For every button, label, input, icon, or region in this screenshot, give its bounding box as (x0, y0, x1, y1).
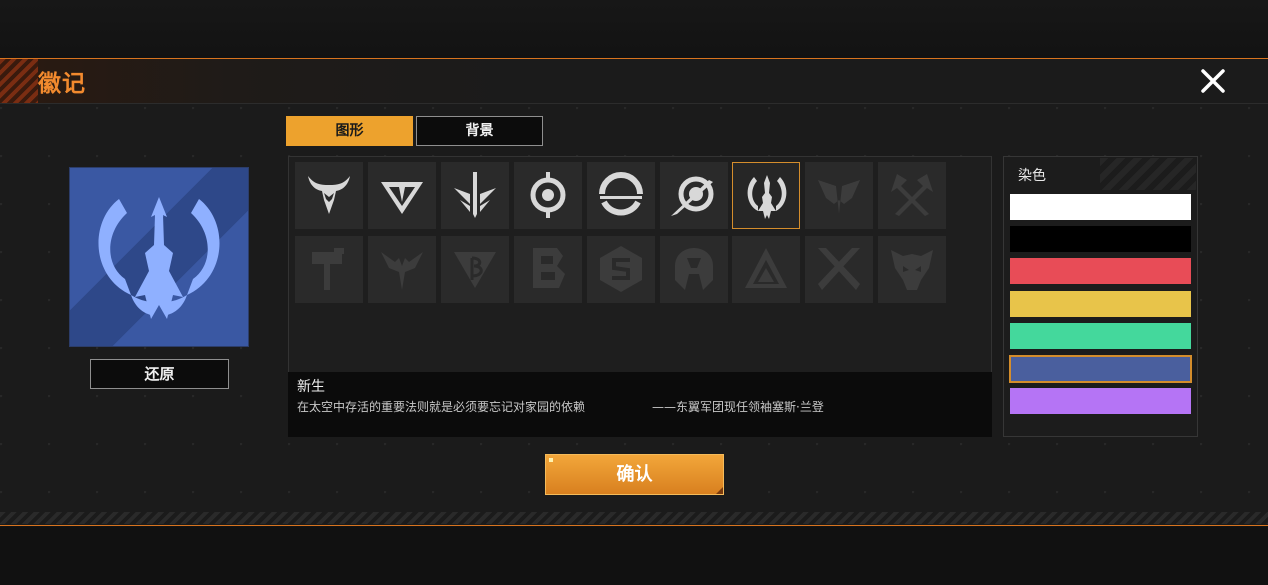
emblem-preview (69, 167, 249, 347)
dye-swatch-purple[interactable] (1010, 388, 1191, 414)
xinsheng-trident-emblem-icon (747, 175, 787, 219)
letter-b-emblem-icon (533, 248, 565, 288)
emblem-cell-target-eye[interactable] (514, 162, 582, 229)
header-stripe-decoration (0, 59, 38, 103)
emblem-description-text: 在太空中存活的重要法则就是必须要忘记对家园的依赖 (297, 400, 586, 414)
emblem-cell-crossed-axes-locked[interactable] (878, 162, 946, 229)
dye-swatch-red[interactable] (1010, 258, 1191, 284)
split-circle-emblem-icon (599, 172, 643, 216)
emblem-cell-s-hexagon-locked[interactable] (587, 236, 655, 303)
dye-swatch-white[interactable] (1010, 194, 1191, 220)
dye-swatch-green[interactable] (1010, 323, 1191, 349)
bat-dagger-emblem-icon (381, 252, 423, 290)
emblem-cell-crossed-swords-locked[interactable] (805, 236, 873, 303)
target-eye-emblem-icon (530, 172, 566, 218)
xinsheng-emblem-icon (98, 197, 220, 319)
dye-swatch-black[interactable] (1010, 226, 1191, 252)
hammer-emblem-icon (312, 248, 344, 290)
emblem-description-author: ——东翼军团现任领袖塞斯·兰登 (652, 400, 824, 414)
background-hud-bottom (0, 527, 1268, 585)
comet-ring-emblem-icon (671, 176, 714, 216)
confirm-button-corner-decoration (716, 487, 723, 494)
background-hud-top (0, 0, 1268, 58)
tab-background[interactable]: 背景 (416, 116, 543, 146)
reset-button[interactable]: 还原 (90, 359, 229, 389)
emblem-cell-beta-triangle-locked[interactable] (441, 236, 509, 303)
diamond-shield-emblem-icon (381, 182, 423, 214)
emblem-name: 新生 (297, 379, 325, 395)
confirm-button-dot-decoration (549, 458, 553, 462)
tab-shape[interactable]: 图形 (286, 116, 413, 146)
close-icon (1201, 69, 1225, 93)
emblem-cell-mantis-head-locked[interactable] (805, 162, 873, 229)
emblem-cell-xinsheng-trident[interactable] (732, 162, 800, 229)
beast-mask-emblem-icon (891, 250, 933, 290)
horned-skull-emblem-icon (308, 176, 350, 214)
crossed-swords-emblem-icon (818, 248, 860, 290)
emblem-cell-comet-ring[interactable] (660, 162, 728, 229)
emblem-cell-hammer-locked[interactable] (295, 236, 363, 303)
emblem-cell-helmet-locked[interactable] (660, 236, 728, 303)
dialog-header (0, 59, 1268, 104)
dye-panel-hatch-decoration (1100, 158, 1196, 190)
mantis-head-emblem-icon (818, 180, 860, 214)
confirm-button[interactable]: 确认 (545, 454, 724, 495)
helmet-emblem-icon (675, 248, 713, 290)
emblem-cell-letter-b-locked[interactable] (514, 236, 582, 303)
emblem-cell-diamond-shield[interactable] (368, 162, 436, 229)
crossed-axes-emblem-icon (891, 174, 933, 216)
beta-triangle-emblem-icon (454, 252, 496, 288)
dialog-title: 徽记 (38, 71, 86, 97)
emblem-cell-stacked-triangle-locked[interactable] (732, 236, 800, 303)
emblem-cell-bat-dagger-locked[interactable] (368, 236, 436, 303)
winged-blade-emblem-icon (454, 172, 496, 218)
stacked-triangle-emblem-icon (745, 248, 787, 288)
dialog-bottom-hatch (0, 512, 1268, 524)
s-hexagon-emblem-icon (600, 246, 642, 292)
dye-title: 染色 (1018, 168, 1046, 184)
emblem-cell-horned-skull[interactable] (295, 162, 363, 229)
dye-swatch-yellow[interactable] (1010, 291, 1191, 317)
close-button[interactable] (1198, 66, 1228, 96)
emblem-cell-beast-mask-locked[interactable] (878, 236, 946, 303)
dye-swatch-blue[interactable] (1009, 355, 1192, 383)
emblem-cell-winged-blade[interactable] (441, 162, 509, 229)
emblem-cell-split-circle[interactable] (587, 162, 655, 229)
